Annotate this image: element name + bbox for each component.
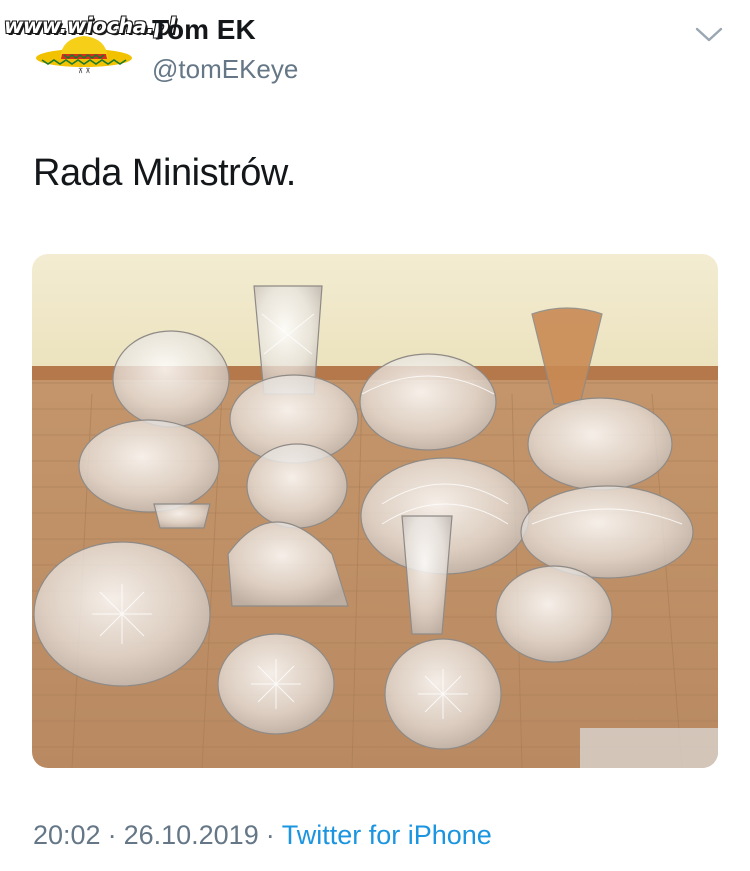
tweet-photo[interactable] (32, 254, 718, 768)
meta-separator: · (265, 820, 275, 850)
meta-separator: · (107, 820, 117, 850)
tweet-text: Rada Ministrów. (33, 152, 296, 194)
chevron-down-icon[interactable] (694, 24, 724, 46)
watermark-text: www.wiocha.pl (4, 14, 176, 38)
tweet-date[interactable]: 26.10.2019 (124, 820, 259, 850)
tweet-source-link[interactable]: Twitter for iPhone (282, 820, 492, 850)
sombrero-icon: ⊼ ⊼ (36, 36, 132, 74)
tweet-time[interactable]: 20:02 (33, 820, 101, 850)
user-handle[interactable]: @tomEKeye (152, 54, 298, 85)
svg-text:⊼ ⊼: ⊼ ⊼ (78, 67, 90, 74)
tweet-meta: 20:02 · 26.10.2019 · Twitter for iPhone (33, 820, 492, 851)
display-name[interactable]: Tom EK (152, 14, 256, 46)
